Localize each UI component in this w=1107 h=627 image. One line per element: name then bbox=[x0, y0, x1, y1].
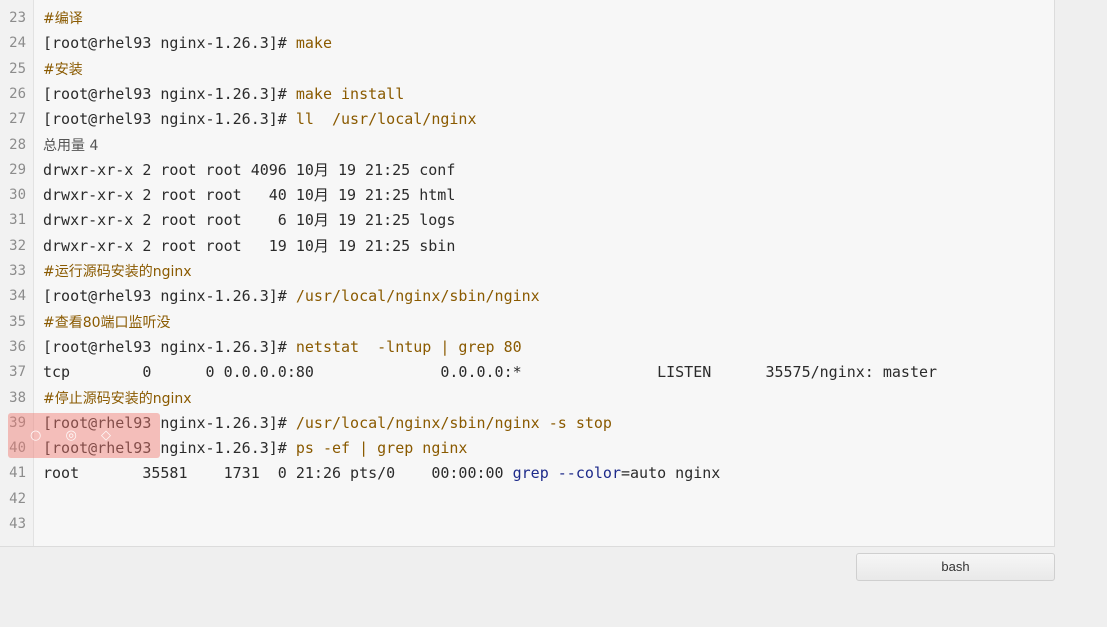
line-number: 31 bbox=[9, 212, 26, 229]
shell-prompt: [root@rhel93 nginx-1.26.3]# bbox=[43, 34, 287, 53]
code-line: 38 #停止源码安装的nginx bbox=[0, 386, 1054, 411]
line-number: 32 bbox=[9, 237, 26, 254]
line-number: 42 bbox=[9, 490, 26, 507]
line-content: tcp 0 0 0.0.0.0:80 0.0.0.0:* LISTEN 3557… bbox=[43, 360, 937, 385]
shell-prompt: [root@rhel93 nginx-1.26.3]# bbox=[43, 337, 287, 356]
highlight-text: grep --color bbox=[512, 464, 621, 483]
line-content: #查看80端口监听没 bbox=[43, 310, 171, 336]
line-content: drwxr-xr-x 2 root root 19 10月 19 21:25 s… bbox=[43, 234, 455, 259]
code-line: 23 #编译 bbox=[0, 6, 1054, 31]
comment-text: #查看80端口监听没 bbox=[43, 314, 171, 331]
line-number: 36 bbox=[9, 338, 26, 355]
line-number: 23 bbox=[9, 10, 26, 26]
code-line: 43 bbox=[0, 512, 1054, 537]
code-line: 32 drwxr-xr-x 2 root root 19 10月 19 21:25… bbox=[0, 234, 1054, 259]
shell-prompt: [root@rhel93 nginx-1.26.3]# bbox=[43, 287, 287, 306]
command-text: ll /usr/local/nginx bbox=[286, 110, 477, 129]
code-line: 31 drwxr-xr-x 2 root root 6 10月 19 21:25 … bbox=[0, 208, 1054, 233]
line-content: #安装 bbox=[43, 57, 83, 83]
comment-text: #安装 bbox=[43, 61, 83, 78]
comment-text: #停止源码安装的nginx bbox=[43, 390, 192, 407]
code-line: 41 root 35581 1731 0 21:26 pts/0 00:00:00… bbox=[0, 461, 1054, 486]
code-line: 28 总用量 4 bbox=[0, 133, 1054, 158]
line-content: [root@rhel93 nginx-1.26.3]# ll /usr/loca… bbox=[43, 107, 477, 132]
comment-text: #编译 bbox=[43, 11, 83, 27]
code-line: 34 [root@rhel93 nginx-1.26.3]# /usr/local… bbox=[0, 284, 1054, 309]
line-number: 29 bbox=[9, 161, 26, 178]
code-line: 35 #查看80端口监听没 bbox=[0, 310, 1054, 335]
line-number: 41 bbox=[9, 465, 26, 482]
line-content: #编译 bbox=[43, 6, 83, 32]
line-number: 33 bbox=[9, 263, 26, 279]
line-number: 26 bbox=[9, 85, 26, 102]
line-content: root 35581 1731 0 21:26 pts/0 00:00:00 g… bbox=[43, 461, 720, 486]
code-line: 33 #运行源码安装的nginx bbox=[0, 259, 1054, 284]
line-content: [root@rhel93 nginx-1.26.3]# /usr/local/n… bbox=[43, 284, 540, 309]
line-content: [root@rhel93 nginx-1.26.3]# make bbox=[43, 31, 332, 56]
line-content: drwxr-xr-x 2 root root 4096 10月 19 21:25… bbox=[43, 158, 455, 183]
line-number: 25 bbox=[9, 60, 26, 77]
line-number: 30 bbox=[9, 187, 26, 204]
line-content: 总用量 4 bbox=[43, 133, 98, 159]
comment-text: #运行源码安装的nginx bbox=[43, 264, 192, 280]
line-number: 34 bbox=[9, 288, 26, 305]
code-line: 42 bbox=[0, 487, 1054, 512]
command-text: /usr/local/nginx/sbin/nginx -s stop bbox=[286, 413, 612, 432]
command-text: /usr/local/nginx/sbin/nginx bbox=[286, 287, 540, 306]
code-line: 24 [root@rhel93 nginx-1.26.3]# make bbox=[0, 31, 1054, 56]
code-line: 36 [root@rhel93 nginx-1.26.3]# netstat -l… bbox=[0, 335, 1054, 360]
shell-prompt: [root@rhel93 nginx-1.26.3]# bbox=[43, 84, 287, 103]
output-text: drwxr-xr-x 2 root root 40 10月 19 21:25 h… bbox=[43, 186, 456, 205]
overlay-controls-icon: ○ ◎ ◇ bbox=[30, 428, 121, 443]
line-content: [root@rhel93 nginx-1.26.3]# netstat -lnt… bbox=[43, 335, 522, 360]
line-number: 43 bbox=[9, 516, 26, 532]
code-line: 27 [root@rhel93 nginx-1.26.3]# ll /usr/lo… bbox=[0, 107, 1054, 132]
line-number: 27 bbox=[9, 111, 26, 128]
output-text: =auto nginx bbox=[620, 464, 721, 483]
line-content: drwxr-xr-x 2 root root 40 10月 19 21:25 h… bbox=[43, 183, 455, 208]
terminal-editor[interactable]: 23 #编译 24 [root@rhel93 nginx-1.26.3]# make 2… bbox=[0, 0, 1055, 547]
shell-prompt: [root@rhel93 nginx-1.26.3]# bbox=[43, 110, 287, 129]
line-content: drwxr-xr-x 2 root root 6 10月 19 21:25 lo… bbox=[43, 208, 455, 233]
command-text: make bbox=[286, 34, 332, 53]
output-text: drwxr-xr-x 2 root root 19 10月 19 21:25 s… bbox=[43, 236, 456, 255]
line-content: #运行源码安装的nginx bbox=[43, 259, 192, 285]
command-text: netstat -lntup | grep 80 bbox=[286, 337, 522, 356]
output-text: tcp 0 0 0.0.0.0:80 0.0.0.0:* LISTEN 3557… bbox=[43, 363, 938, 382]
code-line: 26 [root@rhel93 nginx-1.26.3]# make insta… bbox=[0, 82, 1054, 107]
line-number: 24 bbox=[9, 35, 26, 52]
code-line: 29 drwxr-xr-x 2 root root 4096 10月 19 21:… bbox=[0, 158, 1054, 183]
code-line: 37 tcp 0 0 0.0.0.0:80 0.0.0.0:* LISTEN 35… bbox=[0, 360, 1054, 385]
code-line: 25 #安装 bbox=[0, 57, 1054, 82]
output-text: drwxr-xr-x 2 root root 6 10月 19 21:25 lo… bbox=[43, 211, 456, 230]
line-number: 35 bbox=[9, 313, 26, 330]
line-number: 38 bbox=[9, 389, 26, 406]
output-text: 总用量 4 bbox=[43, 137, 99, 154]
line-content: [root@rhel93 nginx-1.26.3]# make install bbox=[43, 82, 404, 107]
command-text: make install bbox=[286, 84, 405, 103]
line-number: 37 bbox=[9, 364, 26, 381]
code-line: 30 drwxr-xr-x 2 root root 40 10月 19 21:25… bbox=[0, 183, 1054, 208]
output-text: root 35581 1731 0 21:26 pts/0 00:00:00 bbox=[43, 464, 513, 483]
line-content: #停止源码安装的nginx bbox=[43, 386, 192, 412]
output-text: drwxr-xr-x 2 root root 4096 10月 19 21:25… bbox=[43, 160, 456, 179]
command-text: ps -ef | grep nginx bbox=[286, 439, 468, 458]
line-number: 28 bbox=[9, 136, 26, 153]
tab-bash[interactable]: bash bbox=[856, 553, 1055, 581]
